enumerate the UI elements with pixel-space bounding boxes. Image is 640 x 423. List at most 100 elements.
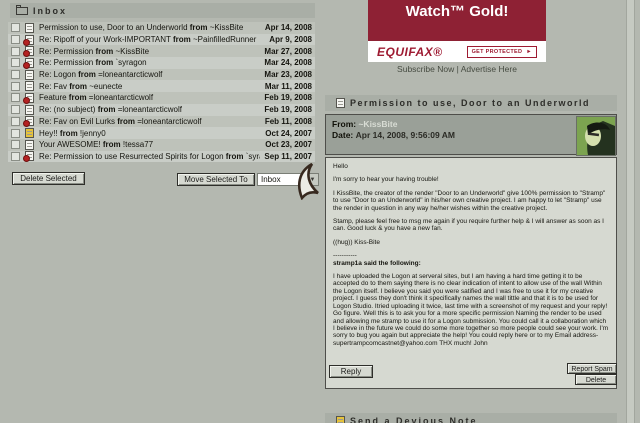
row-checkbox[interactable] [11,93,20,102]
delete-selected-button[interactable]: Delete Selected [12,172,85,185]
note-reply-icon [25,58,34,68]
row-subject[interactable]: Permission to use, Door to an Underworld… [39,23,261,32]
inbox-row[interactable]: Re: (no subject) from =loneantarcticwolf… [8,104,315,116]
note-icon [25,23,34,33]
chevron-down-icon[interactable]: ▼ [306,174,318,185]
send-note-header-bar[interactable]: Send a Devious Note [325,413,617,423]
row-checkbox[interactable] [11,152,20,161]
message-meta-panel: From: ~KissBite Date: Apr 14, 2008, 9:56… [325,114,617,155]
row-date: Apr 9, 2008 [269,35,312,44]
inbox-row[interactable]: Re: Permission to use Resurrected Spirit… [8,151,315,163]
row-date: Mar 24, 2008 [264,58,312,67]
note-reply-icon [25,35,34,45]
row-checkbox[interactable] [11,129,20,138]
message-paragraph: I have uploaded the Logon at serveral si… [333,273,609,347]
folder-icon [16,7,28,15]
row-checkbox[interactable] [11,82,20,91]
row-subject[interactable]: Re: Permission to use Resurrected Spirit… [39,152,260,161]
row-subject[interactable]: Re: Permission from ~KissBite [39,47,260,56]
send-note-title: Send a Devious Note [350,416,478,423]
row-date: Mar 27, 2008 [264,47,312,56]
move-selected-button[interactable]: Move Selected To [177,173,255,186]
row-subject[interactable]: Feature from =loneantarcticwolf [39,93,260,102]
message-title-bar: Permission to use, Door to an Underworld [325,95,617,111]
get-protected-label: GET PROTECTED [472,49,523,55]
row-subject[interactable]: Hey!! from !jenny0 [39,129,261,138]
note-reply-icon [25,116,34,126]
message-paragraph: stramp1a said the following: [333,260,609,267]
row-date: Apr 14, 2008 [265,23,312,32]
inbox-row[interactable]: Re: Ripoff of your Work-IMPORTANT from ~… [8,34,315,46]
row-checkbox[interactable] [11,58,20,67]
message-date: Apr 14, 2008, 9:56:09 AM [356,130,455,140]
row-subject[interactable]: Re: Logon from =loneantarcticwolf [39,70,260,79]
message-paragraph: ((hug)) Kiss-Bite [333,239,609,246]
row-checkbox[interactable] [11,70,20,79]
row-checkbox[interactable] [11,35,20,44]
move-to-select[interactable]: Inbox ▼ [257,173,319,186]
note-unread-icon [25,128,34,138]
sender-avatar[interactable] [576,116,616,156]
ad-brand-strip: EQUIFAX® GET PROTECTED ► [368,41,546,62]
note-unread-icon [336,416,345,423]
ad-banner[interactable]: Watch™ Gold! EQUIFAX® GET PROTECTED ► [368,0,546,62]
date-label: Date: [332,130,353,140]
row-checkbox[interactable] [11,140,20,149]
link-separator: | [457,64,459,74]
message-body: Hello I'm sorry to hear your having troub… [325,157,617,389]
inbox-row[interactable]: Permission to use, Door to an Underworld… [8,22,315,34]
get-protected-button[interactable]: GET PROTECTED ► [467,46,537,58]
inbox-row[interactable]: Re: Fav on Evil Lurks from =loneantarcti… [8,116,315,128]
message-paragraph: Hello [333,163,609,170]
row-subject[interactable]: Re: (no subject) from =loneantarcticwolf [39,105,260,114]
row-date: Feb 11, 2008 [265,117,312,126]
message-paragraph: I KissBite, the creator of the render "D… [333,190,609,212]
reply-button[interactable]: Reply [329,365,373,378]
move-to-select-value: Inbox [261,175,281,184]
row-subject[interactable]: Re: Ripoff of your Work-IMPORTANT from ~… [39,35,265,44]
note-icon [25,105,34,115]
row-date: Feb 19, 2008 [264,105,312,114]
row-subject[interactable]: Re: Fav on Evil Lurks from =loneantarcti… [39,117,261,126]
note-reply-icon [25,46,34,56]
delete-note-button[interactable]: Delete [575,374,617,385]
ad-headline[interactable]: Watch™ Gold! [368,0,546,41]
inbox-row-list: Permission to use, Door to an Underworld… [8,22,315,162]
note-icon [25,140,34,150]
equifax-logo[interactable]: EQUIFAX® [377,45,443,59]
row-date: Feb 19, 2008 [264,93,312,102]
row-checkbox[interactable] [11,117,20,126]
inbox-header-bar: Inbox [10,3,315,18]
message-paragraph: Stamp, please feel free to msg me again … [333,218,609,233]
inbox-row[interactable]: Re: Logon from =loneantarcticwolfMar 23,… [8,69,315,81]
inbox-row[interactable]: Re: Permission from ~KissBite Mar 27, 200… [8,45,315,57]
page-edge-divider [626,0,635,423]
row-date: Oct 23, 2007 [265,140,312,149]
row-date: Mar 11, 2008 [265,82,312,91]
row-checkbox[interactable] [11,47,20,56]
row-subject[interactable]: Your AWESOME! from !tessa77 [39,140,261,149]
inbox-row[interactable]: Re: Permission from `syragon Mar 24, 2008 [8,57,315,69]
inbox-title: Inbox [33,6,67,16]
row-checkbox[interactable] [11,105,20,114]
notes-inbox-page: Inbox Permission to use, Door to an Unde… [0,0,640,423]
message-title: Permission to use, Door to an Underworld [350,98,590,108]
row-date: Oct 24, 2007 [265,129,312,138]
advertise-here-link[interactable]: Advertise Here [461,64,517,74]
row-date: Sep 11, 2007 [264,152,312,161]
ad-links: Subscribe Now | Advertise Here [368,64,546,74]
inbox-row[interactable]: Re: Fav from ~eunecte Mar 11, 2008 [8,80,315,92]
message-paragraph: ----------- [333,252,609,259]
inbox-row[interactable]: Feature from =loneantarcticwolf Feb 19, 2… [8,92,315,104]
sender-link[interactable]: ~KissBite [358,119,397,129]
inbox-row[interactable]: Your AWESOME! from !tessa77 Oct 23, 2007 [8,139,315,151]
subscribe-now-link[interactable]: Subscribe Now [397,64,454,74]
report-spam-button[interactable]: Report Spam [567,363,617,374]
inbox-row[interactable]: Hey!! from !jenny0 Oct 24, 2007 [8,127,315,139]
arrow-right-icon: ► [526,49,532,55]
row-subject[interactable]: Re: Permission from `syragon [39,58,260,67]
message-paragraph: I'm sorry to hear your having trouble! [333,176,609,183]
row-checkbox[interactable] [11,23,20,32]
note-icon [25,81,34,91]
row-subject[interactable]: Re: Fav from ~eunecte [39,82,261,91]
